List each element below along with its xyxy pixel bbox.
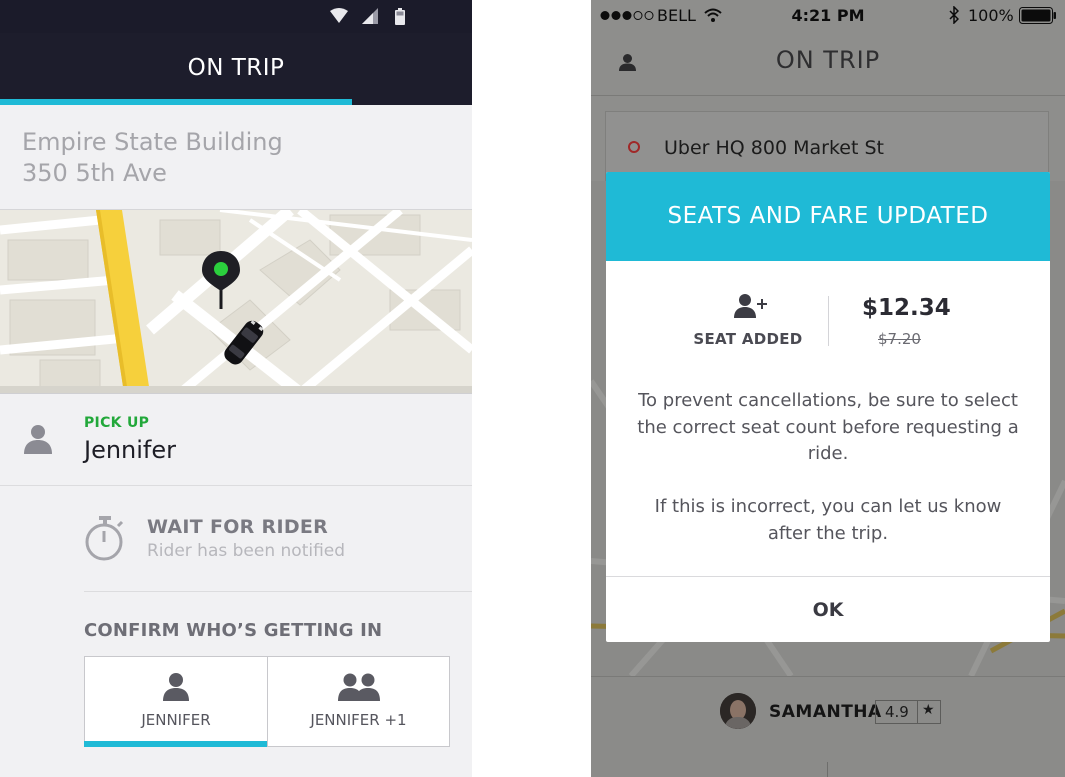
old-fare: $7.20 xyxy=(878,330,921,348)
selected-indicator xyxy=(84,741,267,747)
stopwatch-icon xyxy=(85,516,124,561)
wifi-icon xyxy=(330,8,348,23)
app-header: ON TRIP xyxy=(0,33,472,105)
page-title: ON TRIP xyxy=(775,46,881,74)
battery-icon xyxy=(1019,7,1056,24)
rider-option-label: JENNIFER +1 xyxy=(310,711,407,729)
destination-text: Uber HQ 800 Market St xyxy=(664,137,884,159)
battery-percent: 100% xyxy=(968,6,1014,25)
rating-divider xyxy=(917,701,918,723)
rider-option-plus-one[interactable]: JENNIFER +1 xyxy=(267,656,450,747)
app-header: ON TRIP xyxy=(591,32,1065,96)
car-icon xyxy=(224,320,264,365)
destination-panel[interactable]: Empire State Building 350 5th Ave xyxy=(0,105,472,210)
fare-updated-dialog: SEATS AND FARE UPDATED SEAT ADDED $12.34… xyxy=(606,172,1050,642)
pickup-label: PICK UP xyxy=(84,415,150,431)
status-bar: BELL 4:21 PM 100% xyxy=(591,0,1065,32)
pickup-row[interactable]: PICK UP Jennifer xyxy=(0,393,472,486)
destination-name: Empire State Building xyxy=(22,128,283,156)
rider-option-single[interactable]: JENNIFER xyxy=(84,656,267,747)
cell-signal-icon xyxy=(362,8,378,24)
rider-name: Jennifer xyxy=(84,436,177,464)
person-icon xyxy=(24,425,52,454)
person-icon xyxy=(163,673,189,701)
add-person-icon xyxy=(734,294,767,318)
driver-rating: 4.9 ★ xyxy=(875,700,941,724)
destination-pin-icon xyxy=(202,251,240,309)
driver-name: SAMANTHA xyxy=(769,702,882,722)
dialog-header: SEATS AND FARE UPDATED xyxy=(606,172,1050,261)
new-fare: $12.34 xyxy=(862,295,951,321)
destination-street: 350 5th Ave xyxy=(22,159,167,187)
two-people-icon xyxy=(337,673,380,701)
destination-panel[interactable]: Uber HQ 800 Market St xyxy=(605,111,1049,181)
page-title: ON TRIP xyxy=(187,55,285,81)
dialog-message-secondary: If this is incorrect, you can let us kno… xyxy=(654,496,1002,544)
rider-option-label: JENNIFER xyxy=(141,711,211,729)
wait-title: WAIT FOR RIDER xyxy=(147,516,329,538)
android-screen: ON TRIP Empire State Building 350 5th Av… xyxy=(0,0,472,777)
seat-added-label: SEAT ADDED xyxy=(693,330,803,348)
action-divider xyxy=(827,762,828,777)
dialog-title: SEATS AND FARE UPDATED xyxy=(667,203,989,229)
status-bar xyxy=(0,0,472,33)
driver-bar[interactable]: SAMANTHA 4.9 ★ xyxy=(591,676,1065,777)
destination-dot-icon xyxy=(628,141,640,153)
ios-screen: BELL 4:21 PM 100% ON TRIP Uber HQ 800 Ma… xyxy=(591,0,1065,777)
confirm-label: CONFIRM WHO’S GETTING IN xyxy=(84,620,383,641)
bluetooth-icon xyxy=(949,6,959,24)
map-view[interactable] xyxy=(0,210,472,393)
driver-avatar xyxy=(720,693,756,729)
dialog-message: To prevent cancellations, be sure to sel… xyxy=(637,390,1019,464)
rating-value: 4.9 xyxy=(885,703,909,721)
ok-button-label: OK xyxy=(812,599,844,621)
ok-button[interactable]: OK xyxy=(606,576,1050,642)
star-icon: ★ xyxy=(922,702,935,718)
battery-icon xyxy=(395,8,405,25)
dialog-divider xyxy=(828,296,829,346)
wait-for-rider-row: WAIT FOR RIDER Rider has been notified xyxy=(84,487,472,592)
wait-subtitle: Rider has been notified xyxy=(147,541,346,561)
